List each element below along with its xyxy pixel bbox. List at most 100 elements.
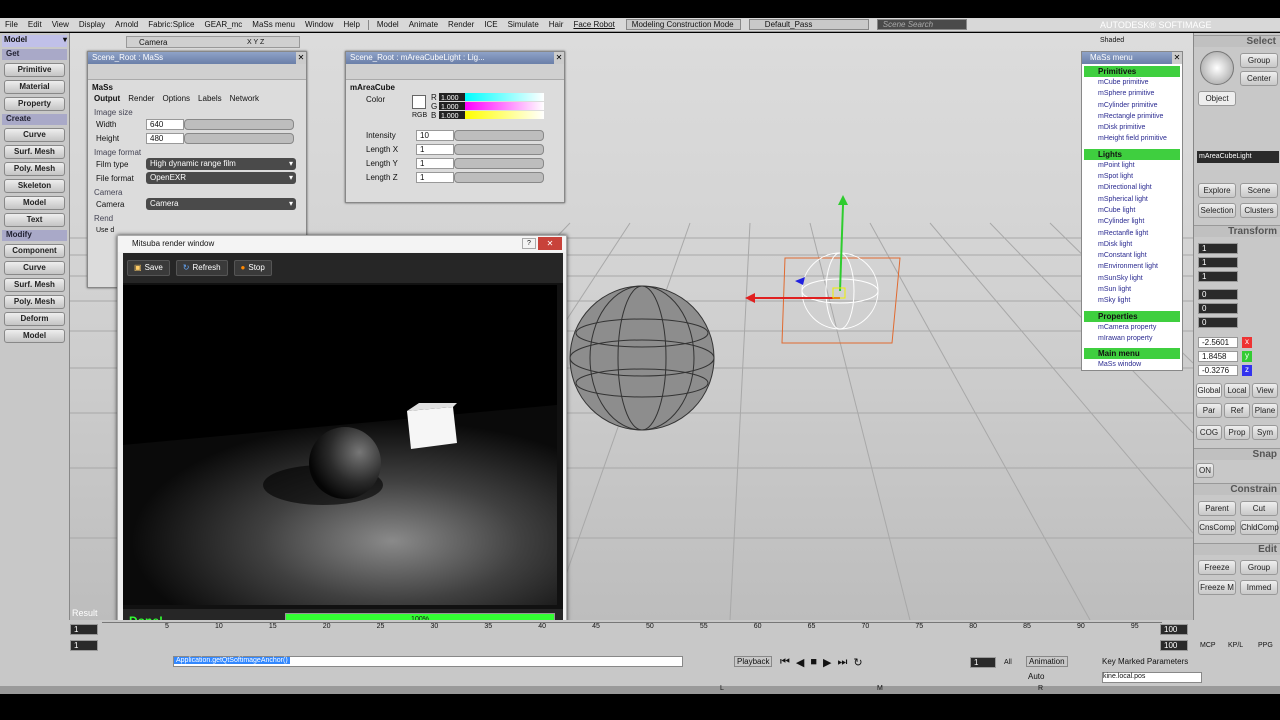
all-toggle[interactable]: All xyxy=(1004,659,1012,666)
translate-y-field[interactable]: 1.8458 xyxy=(1198,351,1238,362)
create-surf-mesh-button[interactable]: Surf. Mesh xyxy=(4,145,65,159)
intensity-field[interactable]: 10 xyxy=(416,129,454,141)
create-curve-button[interactable]: Curve xyxy=(4,128,65,142)
menu-item[interactable]: mCamera property xyxy=(1082,324,1182,335)
scale-x-field[interactable]: 1 xyxy=(1198,243,1238,254)
menu-item[interactable]: MaSs window xyxy=(1082,361,1182,372)
tab-output[interactable]: Output xyxy=(94,94,120,103)
stop-button[interactable]: ● Stop xyxy=(233,260,272,276)
axis-y-badge[interactable]: y xyxy=(1242,351,1252,362)
create-model-button[interactable]: Model xyxy=(4,196,65,210)
menu-file[interactable]: File xyxy=(0,20,23,29)
ppg-tab[interactable]: PPG xyxy=(1258,642,1273,649)
current-frame-field[interactable]: 1 xyxy=(970,657,996,668)
get-primitive-button[interactable]: Primitive xyxy=(4,63,65,77)
parent-button[interactable]: Parent xyxy=(1198,501,1236,516)
construction-mode-select[interactable]: Modeling Construction Mode xyxy=(625,19,741,30)
menu-item[interactable]: mDisk light xyxy=(1082,241,1182,252)
menu-item[interactable]: mDirectional light xyxy=(1082,184,1182,195)
modify-surf-mesh-button[interactable]: Surf. Mesh xyxy=(4,278,65,292)
start-frame-field[interactable]: 1 xyxy=(70,624,98,635)
width-field[interactable]: 640 xyxy=(146,118,184,130)
selected-object-field[interactable]: mAreaCubeLight xyxy=(1197,151,1279,163)
sym-button[interactable]: Sym xyxy=(1252,425,1278,440)
camera-select[interactable]: Camera ▾ xyxy=(146,198,296,210)
menu-item[interactable]: mCylinder light xyxy=(1082,218,1182,229)
create-text-button[interactable]: Text xyxy=(4,213,65,227)
help-icon[interactable]: ? xyxy=(522,238,536,249)
modify-model-button[interactable]: Model xyxy=(4,329,65,343)
center-button[interactable]: Center xyxy=(1240,71,1278,86)
group-button[interactable]: Group xyxy=(1240,53,1278,68)
menu-item[interactable]: mRectanfle light xyxy=(1082,230,1182,241)
length-z-slider[interactable] xyxy=(454,171,544,183)
immed-button[interactable]: Immed xyxy=(1240,580,1278,595)
menu-item[interactable]: mSun light xyxy=(1082,286,1182,297)
menu-view[interactable]: View xyxy=(47,20,74,29)
animation-button[interactable]: Animation xyxy=(1026,656,1068,667)
menu-item[interactable]: mCube primitive xyxy=(1082,79,1182,90)
mcp-tab[interactable]: MCP xyxy=(1200,642,1216,649)
close-icon[interactable]: ✕ xyxy=(296,52,306,64)
menu-hair[interactable]: Hair xyxy=(544,20,569,29)
menu-edit[interactable]: Edit xyxy=(23,20,47,29)
menu-render[interactable]: Render xyxy=(443,20,479,29)
length-x-slider[interactable] xyxy=(454,143,544,155)
rotate-x-field[interactable]: 0 xyxy=(1198,289,1238,300)
chldcomp-button[interactable]: ChldComp xyxy=(1240,520,1279,535)
tab-render[interactable]: Render xyxy=(128,94,154,103)
cog-button[interactable]: COG xyxy=(1196,425,1222,440)
translate-x-field[interactable]: -2.5601 xyxy=(1198,337,1238,348)
local-button[interactable]: Local xyxy=(1224,383,1250,398)
menu-window[interactable]: Window xyxy=(300,20,338,29)
film-type-select[interactable]: High dynamic range film ▾ xyxy=(146,158,296,170)
length-y-field[interactable]: 1 xyxy=(416,157,454,169)
axis-x-badge[interactable]: x xyxy=(1242,337,1252,348)
axis-z-badge[interactable]: z xyxy=(1242,365,1252,376)
toolbar-mode-select[interactable]: Model ▾ xyxy=(2,35,67,47)
scale-y-field[interactable]: 1 xyxy=(1198,257,1238,268)
play-icon[interactable]: ▶ xyxy=(823,656,831,669)
menu-item[interactable]: mSky light xyxy=(1082,297,1182,308)
intensity-slider[interactable] xyxy=(454,129,544,141)
green-channel-slider[interactable]: 1.000 xyxy=(439,102,544,111)
first-frame-icon[interactable]: ⏮ xyxy=(780,656,790,669)
red-channel-slider[interactable]: 1.000 xyxy=(439,93,544,102)
menu-fabric[interactable]: Fabric:Splice xyxy=(143,20,199,29)
marked-parameters-field[interactable]: kine.local.pos xyxy=(1102,672,1202,683)
scene-button[interactable]: Scene xyxy=(1240,183,1278,198)
rotate-z-field[interactable]: 0 xyxy=(1198,317,1238,328)
par-button[interactable]: Par xyxy=(1196,403,1222,418)
selection-button[interactable]: Selection xyxy=(1198,203,1236,218)
menu-arnold[interactable]: Arnold xyxy=(110,20,143,29)
pass-select[interactable]: Default_Pass xyxy=(748,19,869,30)
global-button[interactable]: Global xyxy=(1196,383,1222,398)
cnscomp-button[interactable]: CnsComp xyxy=(1198,520,1236,535)
cut-button[interactable]: Cut xyxy=(1240,501,1278,516)
menu-animate[interactable]: Animate xyxy=(404,20,443,29)
rotate-y-field[interactable]: 0 xyxy=(1198,303,1238,314)
menu-item[interactable]: mSphere primitive xyxy=(1082,90,1182,101)
blue-channel-slider[interactable]: 1.000 xyxy=(439,111,544,120)
tab-labels[interactable]: Labels xyxy=(198,94,222,103)
prev-frame-icon[interactable]: ◀ xyxy=(796,656,804,669)
menu-model[interactable]: Model xyxy=(372,20,404,29)
freeze-button[interactable]: Freeze xyxy=(1198,560,1236,575)
last-frame-icon[interactable]: ⏭ xyxy=(838,656,848,669)
freeze-m-button[interactable]: Freeze M xyxy=(1198,580,1236,595)
menu-display[interactable]: Display xyxy=(74,20,110,29)
get-material-button[interactable]: Material xyxy=(4,80,65,94)
menu-item[interactable]: mSpot light xyxy=(1082,173,1182,184)
tab-network[interactable]: Network xyxy=(230,94,259,103)
refresh-button[interactable]: ↻ Refresh xyxy=(175,260,228,276)
menu-help[interactable]: Help xyxy=(338,20,364,29)
modify-poly-mesh-button[interactable]: Poly. Mesh xyxy=(4,295,65,309)
modify-deform-button[interactable]: Deform xyxy=(4,312,65,326)
key-marked-parameters[interactable]: Key Marked Parameters xyxy=(1102,657,1188,666)
clusters-button[interactable]: Clusters xyxy=(1240,203,1278,218)
edit-group-button[interactable]: Group xyxy=(1240,560,1278,575)
scene-search-input[interactable]: Scene Search xyxy=(876,19,967,30)
menu-ice[interactable]: ICE xyxy=(479,20,502,29)
menu-item[interactable]: mSunSky light xyxy=(1082,275,1182,286)
menu-gear[interactable]: GEAR_mc xyxy=(200,20,248,29)
